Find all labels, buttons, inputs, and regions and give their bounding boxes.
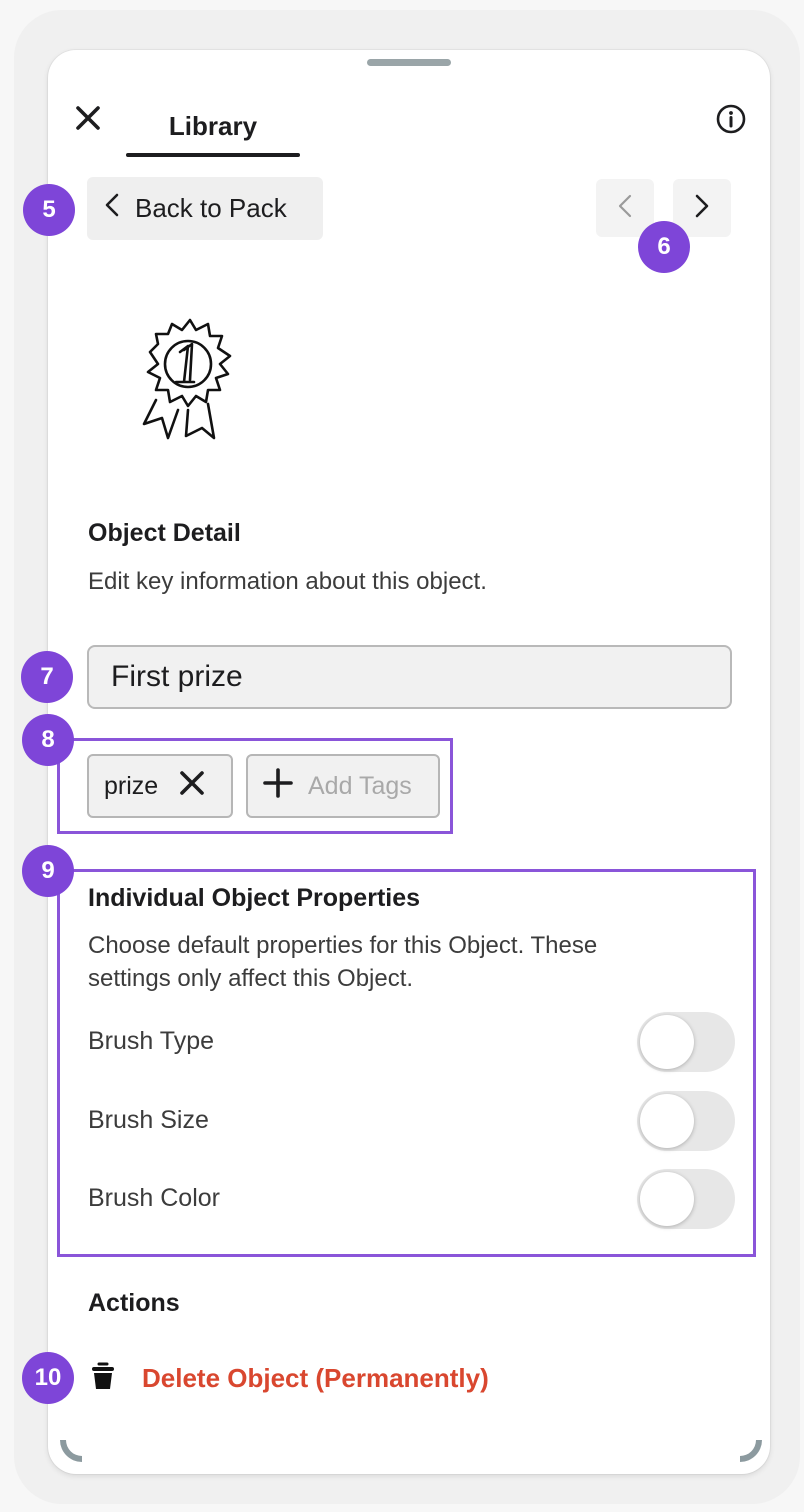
toggle-knob [640, 1094, 694, 1148]
toggle-knob [640, 1172, 694, 1226]
annotation-badge: 8 [22, 714, 74, 766]
object-detail-title: Object Detail [88, 519, 241, 547]
brush-color-toggle[interactable] [637, 1169, 735, 1229]
back-to-pack-label: Back to Pack [135, 193, 287, 223]
plus-icon [262, 767, 294, 806]
tab-library-label: Library [168, 110, 258, 141]
brush-color-label: Brush Color [88, 1184, 220, 1212]
properties-title: Individual Object Properties [88, 884, 421, 912]
object-preview-image [128, 312, 248, 446]
brush-type-label: Brush Type [88, 1027, 215, 1055]
toggle-knob [640, 1015, 694, 1069]
chevron-left-icon [105, 193, 119, 224]
annotation-badge: 6 [638, 221, 690, 273]
close-icon [178, 769, 206, 804]
brush-size-toggle[interactable] [637, 1091, 735, 1151]
chevron-left-icon [618, 194, 632, 223]
close-button[interactable] [68, 100, 108, 140]
tab-library[interactable]: Library [126, 95, 300, 157]
drag-handle[interactable] [367, 59, 451, 66]
brush-size-label: Brush Size [88, 1106, 209, 1134]
annotation-badge: 5 [23, 184, 75, 236]
info-icon [715, 103, 747, 140]
properties-description-line-1: Choose default properties for this Objec… [88, 932, 598, 959]
actions-title: Actions [88, 1289, 180, 1317]
back-to-pack-button[interactable]: Back to Pack [87, 177, 323, 240]
annotation-badge: 9 [22, 845, 74, 897]
object-name-input[interactable] [87, 645, 732, 709]
delete-object-label: Delete Object (Permanently) [142, 1362, 489, 1393]
annotation-badge: 7 [21, 651, 73, 703]
close-icon [75, 105, 101, 136]
remove-tag-button[interactable] [178, 769, 206, 804]
info-button[interactable] [712, 102, 750, 140]
add-tags-button[interactable]: Add Tags [246, 754, 440, 818]
delete-object-button[interactable]: Delete Object (Permanently) [90, 1358, 489, 1398]
add-tags-label: Add Tags [308, 771, 412, 800]
active-tab-indicator [126, 153, 300, 157]
trash-icon [90, 1361, 116, 1396]
brush-type-toggle[interactable] [637, 1012, 735, 1072]
object-detail-description: Edit key information about this object. [88, 568, 487, 595]
annotation-badge: 10 [22, 1352, 74, 1404]
tag-label: prize [104, 771, 159, 800]
chevron-right-icon [695, 194, 709, 223]
first-prize-ribbon-icon [128, 318, 248, 450]
tag-chip[interactable]: prize [87, 754, 233, 818]
properties-description-line-2: settings only affect this Object. [88, 965, 414, 992]
